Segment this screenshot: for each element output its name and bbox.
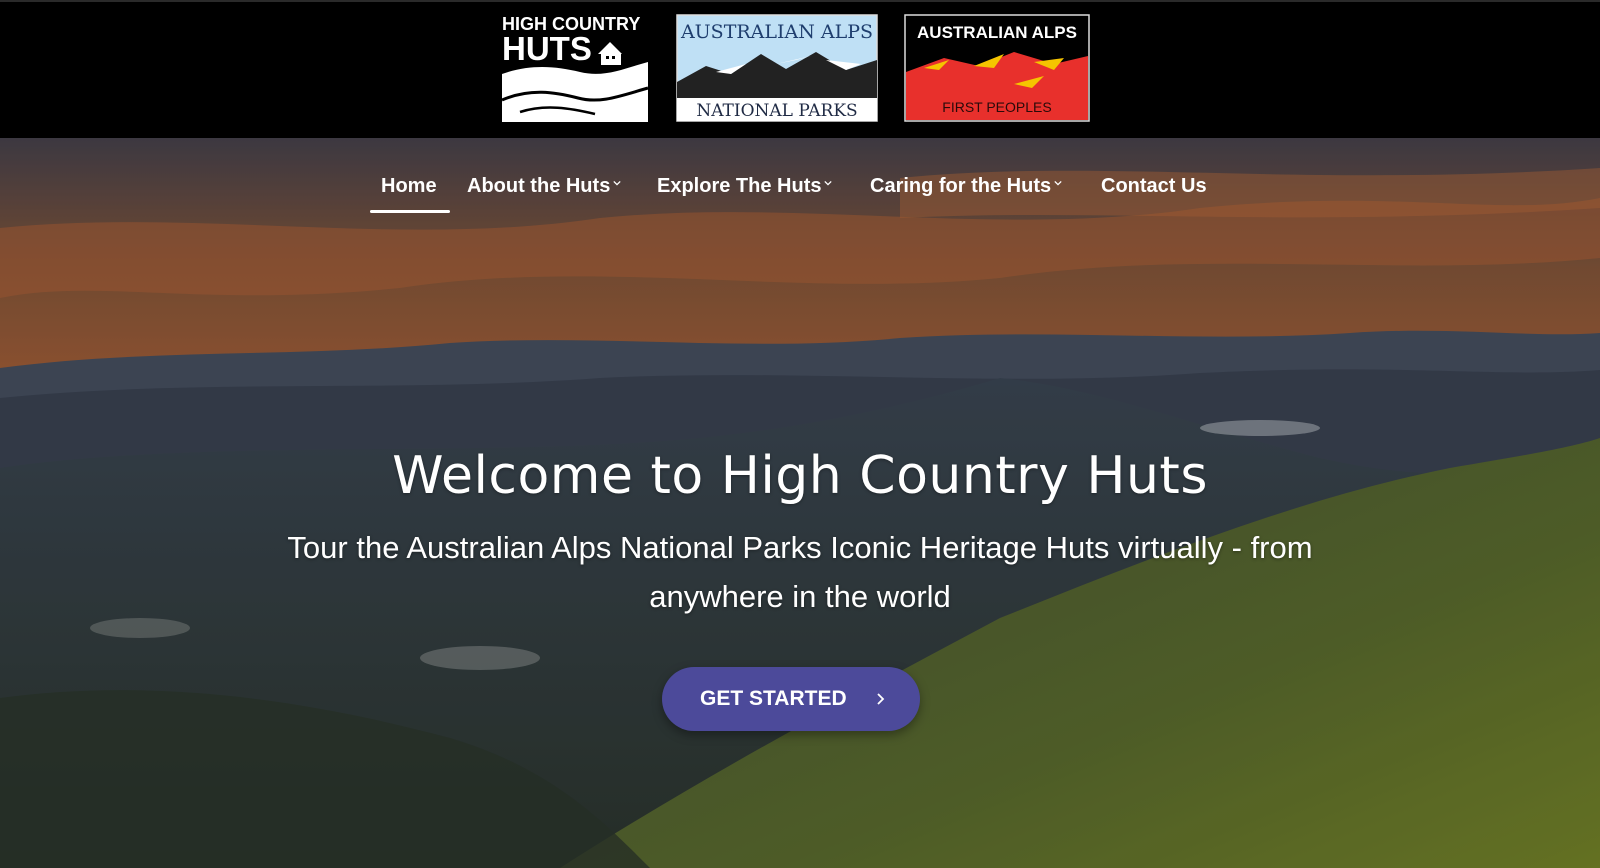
nav-active-indicator — [370, 210, 450, 213]
main-navigation: Home About the Huts Explore The Huts Car… — [0, 138, 1600, 218]
high-country-huts-logo[interactable]: HIGH COUNTRY HUTS — [500, 12, 650, 124]
chevron-down-icon — [824, 180, 833, 186]
nav-home[interactable]: Home — [381, 166, 437, 206]
nav-caring-for-the-huts[interactable]: Caring for the Huts — [870, 166, 1062, 206]
nav-home-label: Home — [381, 175, 437, 197]
get-started-button[interactable]: GET STARTED — [662, 667, 920, 731]
nav-about-label: About the Huts — [467, 175, 611, 197]
site-header: HIGH COUNTRY HUTS AUSTRALIAN ALPS NATION… — [0, 0, 1600, 138]
australian-alps-first-peoples-logo[interactable]: AUSTRALIAN ALPS FIRST PEOPLES — [904, 14, 1090, 122]
nav-about-the-huts[interactable]: About the Huts — [467, 166, 621, 206]
nav-contact-us[interactable]: Contact Us — [1101, 166, 1207, 206]
hero-section: Home About the Huts Explore The Huts Car… — [0, 138, 1600, 868]
alps-first-top-text: AUSTRALIAN ALPS — [917, 23, 1077, 42]
get-started-label: GET STARTED — [700, 687, 847, 710]
nav-contact-label: Contact Us — [1101, 175, 1207, 197]
nav-caring-label: Caring for the Huts — [870, 175, 1052, 197]
logo-line-2: HUTS — [502, 30, 592, 67]
hero-title: Welcome to High Country Huts — [392, 446, 1208, 506]
chevron-right-icon — [877, 693, 885, 705]
chevron-down-icon — [1054, 180, 1062, 186]
hero-subtitle: Tour the Australian Alps National Parks … — [287, 530, 1313, 614]
chevron-down-icon — [613, 180, 621, 186]
alps-first-bottom-text: FIRST PEOPLES — [942, 99, 1051, 115]
alps-parks-top-text: AUSTRALIAN ALPS — [680, 21, 873, 43]
nav-explore-label: Explore The Huts — [657, 175, 822, 197]
alps-parks-bottom-text: NATIONAL PARKS — [696, 101, 857, 121]
nav-explore-the-huts[interactable]: Explore The Huts — [657, 166, 833, 206]
australian-alps-national-parks-logo[interactable]: AUSTRALIAN ALPS NATIONAL PARKS — [676, 14, 878, 122]
